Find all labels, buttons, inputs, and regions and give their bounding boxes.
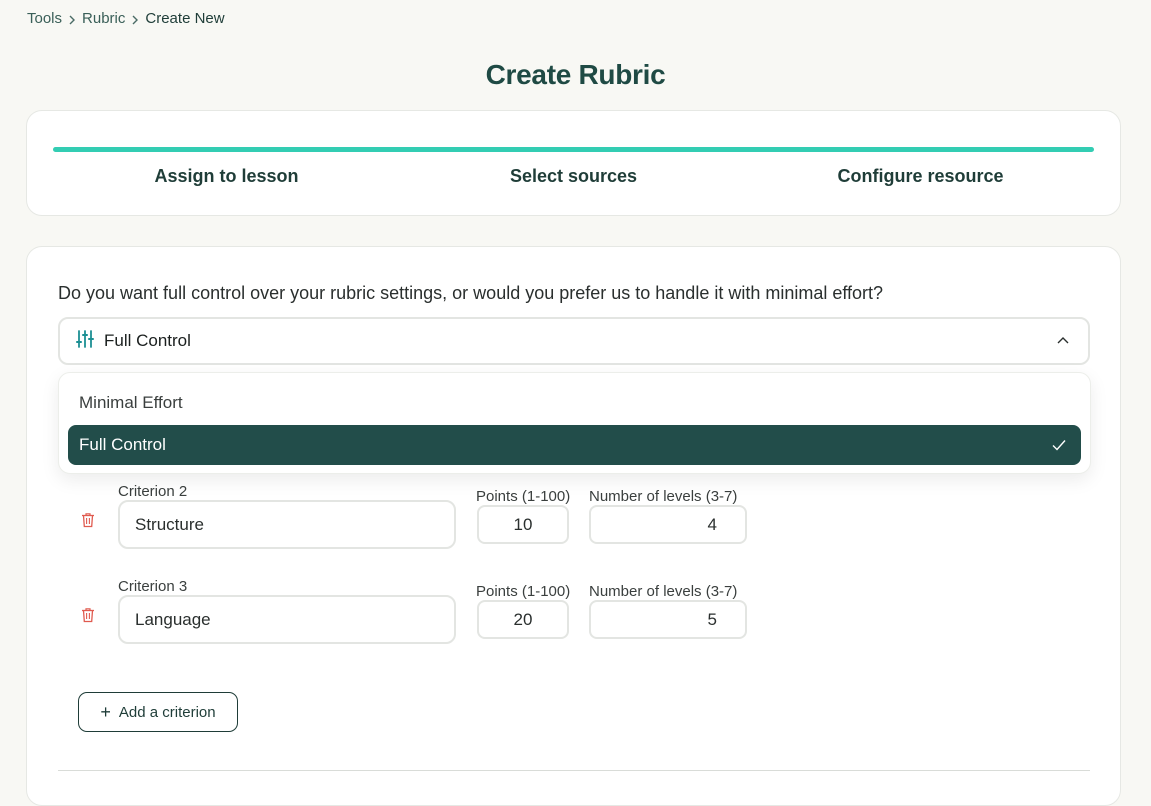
- option-full-control[interactable]: Full Control: [68, 425, 1081, 465]
- criterion-name-input[interactable]: Language: [118, 595, 456, 644]
- step-assign-to-lesson[interactable]: Assign to lesson: [53, 166, 400, 187]
- add-criterion-button[interactable]: + Add a criterion: [78, 692, 238, 732]
- page-title: Create Rubric: [485, 58, 666, 90]
- breadcrumb: Tools Rubric Create New: [27, 10, 225, 27]
- breadcrumb-create-new: Create New: [145, 10, 225, 27]
- breadcrumb-tools[interactable]: Tools: [27, 10, 62, 27]
- step-select-sources[interactable]: Select sources: [400, 166, 747, 187]
- step-configure-resource[interactable]: Configure resource: [747, 166, 1094, 187]
- plus-icon: +: [100, 702, 111, 722]
- chevron-right-icon: [62, 11, 82, 27]
- chevron-right-icon: [125, 11, 145, 27]
- criterion-row: Criterion 2 Points (1-100) Number of lev…: [27, 483, 1120, 563]
- stepper-card: Assign to lesson Select sources Configur…: [26, 110, 1121, 216]
- criterion-name-input[interactable]: Structure: [118, 500, 456, 549]
- points-label: Points (1-100): [476, 583, 571, 600]
- criterion-row: Criterion 3 Points (1-100) Number of lev…: [27, 578, 1120, 658]
- levels-input[interactable]: 5: [589, 600, 747, 639]
- control-question: Do you want full control over your rubri…: [58, 283, 884, 303]
- levels-label: Number of levels (3-7): [589, 488, 738, 505]
- stepper-steps: Assign to lesson Select sources Configur…: [53, 166, 1094, 187]
- control-mode-dropdown: Minimal Effort Full Control: [58, 372, 1091, 474]
- configure-card: Do you want full control over your rubri…: [26, 246, 1121, 806]
- sliders-icon: [74, 328, 104, 355]
- points-input[interactable]: 20: [477, 600, 569, 639]
- control-mode-value: Full Control: [104, 331, 191, 350]
- add-criterion-label: Add a criterion: [118, 703, 216, 721]
- divider: [58, 770, 1090, 771]
- points-input[interactable]: 10: [477, 505, 569, 544]
- control-mode-select[interactable]: Full Control: [58, 317, 1090, 365]
- option-label: Full Control: [79, 435, 166, 454]
- criterion-label: Criterion 2: [118, 483, 188, 500]
- option-label: Minimal Effort: [79, 393, 183, 412]
- levels-input[interactable]: 4: [589, 505, 747, 544]
- criterion-label: Criterion 3: [118, 578, 188, 595]
- breadcrumb-rubric[interactable]: Rubric: [82, 10, 125, 27]
- points-label: Points (1-100): [476, 488, 571, 505]
- levels-label: Number of levels (3-7): [589, 583, 738, 600]
- option-minimal-effort[interactable]: Minimal Effort: [68, 383, 1081, 423]
- stepper-progress-bar: [53, 147, 1094, 152]
